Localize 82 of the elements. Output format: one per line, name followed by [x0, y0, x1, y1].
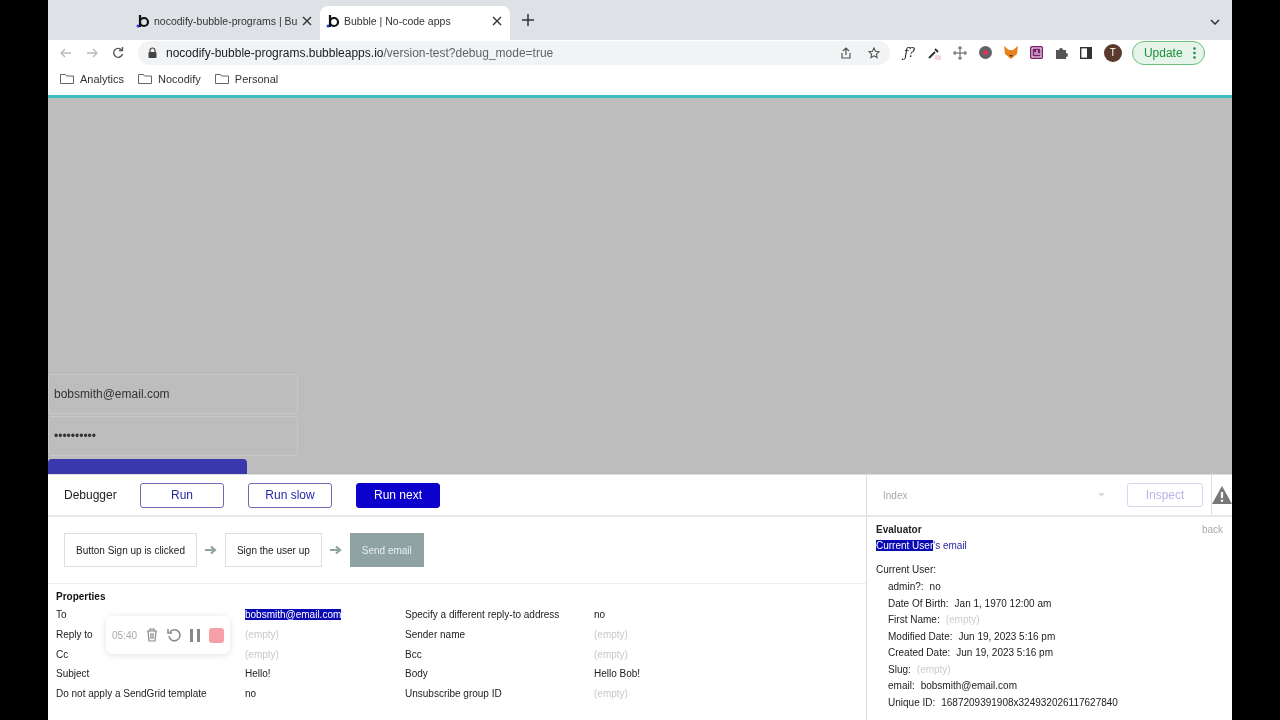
property-value: Hello Bob! [594, 668, 641, 680]
field-label: Slug: [888, 663, 911, 677]
field-label: email: [888, 680, 915, 693]
chart-square-icon[interactable] [1029, 46, 1043, 60]
eyedropper-icon[interactable] [926, 45, 941, 60]
property-label: Sender name [405, 629, 466, 641]
browser-tab[interactable]: Bubble | No-code apps [320, 5, 510, 40]
property-label: Bcc [405, 648, 422, 660]
folder-icon [138, 73, 153, 85]
run-button[interactable]: Run slow [248, 482, 332, 508]
debugger-title: Debugger [64, 488, 118, 502]
property-label: To [56, 609, 67, 621]
address-bar[interactable]: nocodify-bubble-programs.bubbleapps.io/version-test?debug_mode=true [138, 40, 890, 65]
profile-avatar[interactable]: T [1103, 43, 1122, 62]
field-value: 1687209391908x324932026117627840 [941, 696, 1118, 710]
new-tab-icon[interactable] [522, 13, 534, 26]
field-value: Jan 1, 1970 12:00 am [954, 597, 1052, 611]
tab-title: Bubble | No-code apps [344, 14, 452, 27]
sidebar-icon[interactable] [1079, 46, 1092, 59]
more-icon [1192, 46, 1196, 59]
email-field[interactable]: bobsmith@email.com [48, 374, 298, 414]
bookmark-item[interactable]: Nocodify [138, 72, 201, 85]
recording-timer: 05:40 [112, 629, 138, 641]
field-value: Jun 19, 2023 5:16 pm [956, 647, 1053, 660]
field-label: First Name: [888, 614, 940, 627]
url-host: nocodify-bubble-programs.bubbleapps.io [166, 45, 384, 60]
field-value: bobsmith@email.com [920, 680, 1017, 693]
property-label: Body [405, 668, 428, 680]
url-path: /version-test?debug_mode=true [383, 45, 554, 60]
folder-icon [214, 73, 229, 85]
property-label: Do not apply a SendGrid template [56, 688, 207, 700]
field-label: Unique ID: [888, 696, 936, 710]
password-field[interactable]: •••••••••• [48, 416, 298, 456]
puzzle-icon[interactable] [1054, 46, 1068, 60]
property-value: no [245, 688, 257, 700]
workflow-step[interactable]: Button Sign up is clicked [64, 533, 197, 567]
property-label: Cc [56, 648, 69, 660]
update-button[interactable]: Update [1131, 40, 1205, 65]
restart-icon[interactable] [167, 628, 182, 642]
fox-icon[interactable] [1003, 46, 1018, 60]
pause-icon[interactable] [190, 628, 201, 642]
workflow-step[interactable]: Sign the user up [224, 533, 322, 567]
property-value: no [594, 609, 606, 621]
field-label: Modified Date: [888, 630, 953, 644]
property-label: Subject [56, 668, 90, 680]
reload-icon[interactable] [112, 46, 124, 59]
bookmark-item[interactable]: Analytics [60, 72, 125, 85]
arrow-right-icon [329, 545, 342, 555]
field-value: Jun 19, 2023 5:16 pm [958, 630, 1056, 644]
share-icon[interactable] [841, 46, 851, 59]
property-value: bobsmith@email.com [245, 609, 342, 621]
field-value: no [929, 581, 941, 594]
warning-icon[interactable] [1212, 486, 1232, 504]
object-title: Current User: [876, 564, 937, 575]
function-extension[interactable]: ƒ? [904, 45, 915, 60]
evaluator-title: Evaluator [876, 524, 922, 535]
caret-icon [1098, 493, 1105, 497]
bubble-logo-icon [136, 13, 150, 28]
field-label: Date Of Birth: [888, 597, 949, 611]
close-icon[interactable] [302, 15, 312, 26]
property-label: Unsubscribe group ID [405, 688, 502, 700]
field-label: Created Date: [888, 647, 951, 660]
lock-icon [148, 47, 157, 59]
tab-title: nocodify-bubble-programs | Bu [154, 14, 298, 27]
property-label: Reply to [56, 629, 93, 641]
bubble-logo-icon [326, 13, 340, 28]
run-button[interactable]: Run [140, 482, 224, 508]
properties-title: Properties [56, 591, 107, 602]
bookmark-item[interactable]: Personal [214, 72, 279, 85]
close-icon[interactable] [492, 15, 502, 26]
browser-tab[interactable]: nocodify-bubble-programs | Bu [130, 5, 320, 40]
trash-icon[interactable] [146, 628, 159, 642]
folder-icon [60, 73, 74, 85]
move-icon[interactable] [952, 45, 967, 60]
property-label: Specify a different reply-to address [405, 609, 560, 621]
run-button[interactable]: Run next [356, 482, 440, 508]
chevron-down-icon[interactable] [1210, 18, 1220, 25]
property-value: Hello! [245, 668, 271, 680]
star-icon[interactable] [868, 46, 880, 59]
arrow-right-icon [204, 545, 217, 555]
record-icon[interactable] [978, 46, 992, 60]
field-label: admin?: [888, 581, 924, 594]
